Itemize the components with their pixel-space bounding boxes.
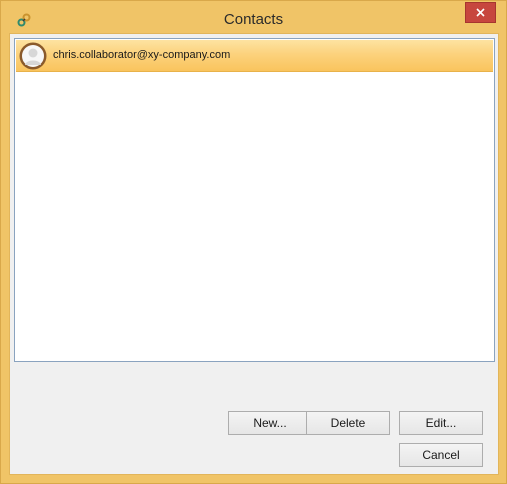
contact-list-item[interactable]: chris.collaborator@xy-company.com bbox=[16, 40, 493, 72]
close-icon bbox=[476, 8, 485, 17]
person-avatar-icon bbox=[19, 42, 47, 70]
title-bar[interactable]: Contacts bbox=[1, 1, 506, 37]
close-button[interactable] bbox=[465, 2, 496, 23]
contact-email: chris.collaborator@xy-company.com bbox=[53, 49, 231, 61]
window-title: Contacts bbox=[223, 11, 284, 28]
dialog-client-area: chris.collaborator@xy-company.com New...… bbox=[9, 33, 499, 475]
contact-list[interactable]: chris.collaborator@xy-company.com bbox=[14, 38, 495, 362]
edit-button[interactable]: Edit... bbox=[399, 411, 483, 435]
cancel-button[interactable]: Cancel bbox=[399, 443, 483, 467]
delete-button[interactable]: Delete bbox=[306, 411, 390, 435]
new-button[interactable]: New... bbox=[228, 411, 312, 435]
contacts-dialog: Contacts chris.collaborator@xy-company.c… bbox=[0, 0, 507, 484]
